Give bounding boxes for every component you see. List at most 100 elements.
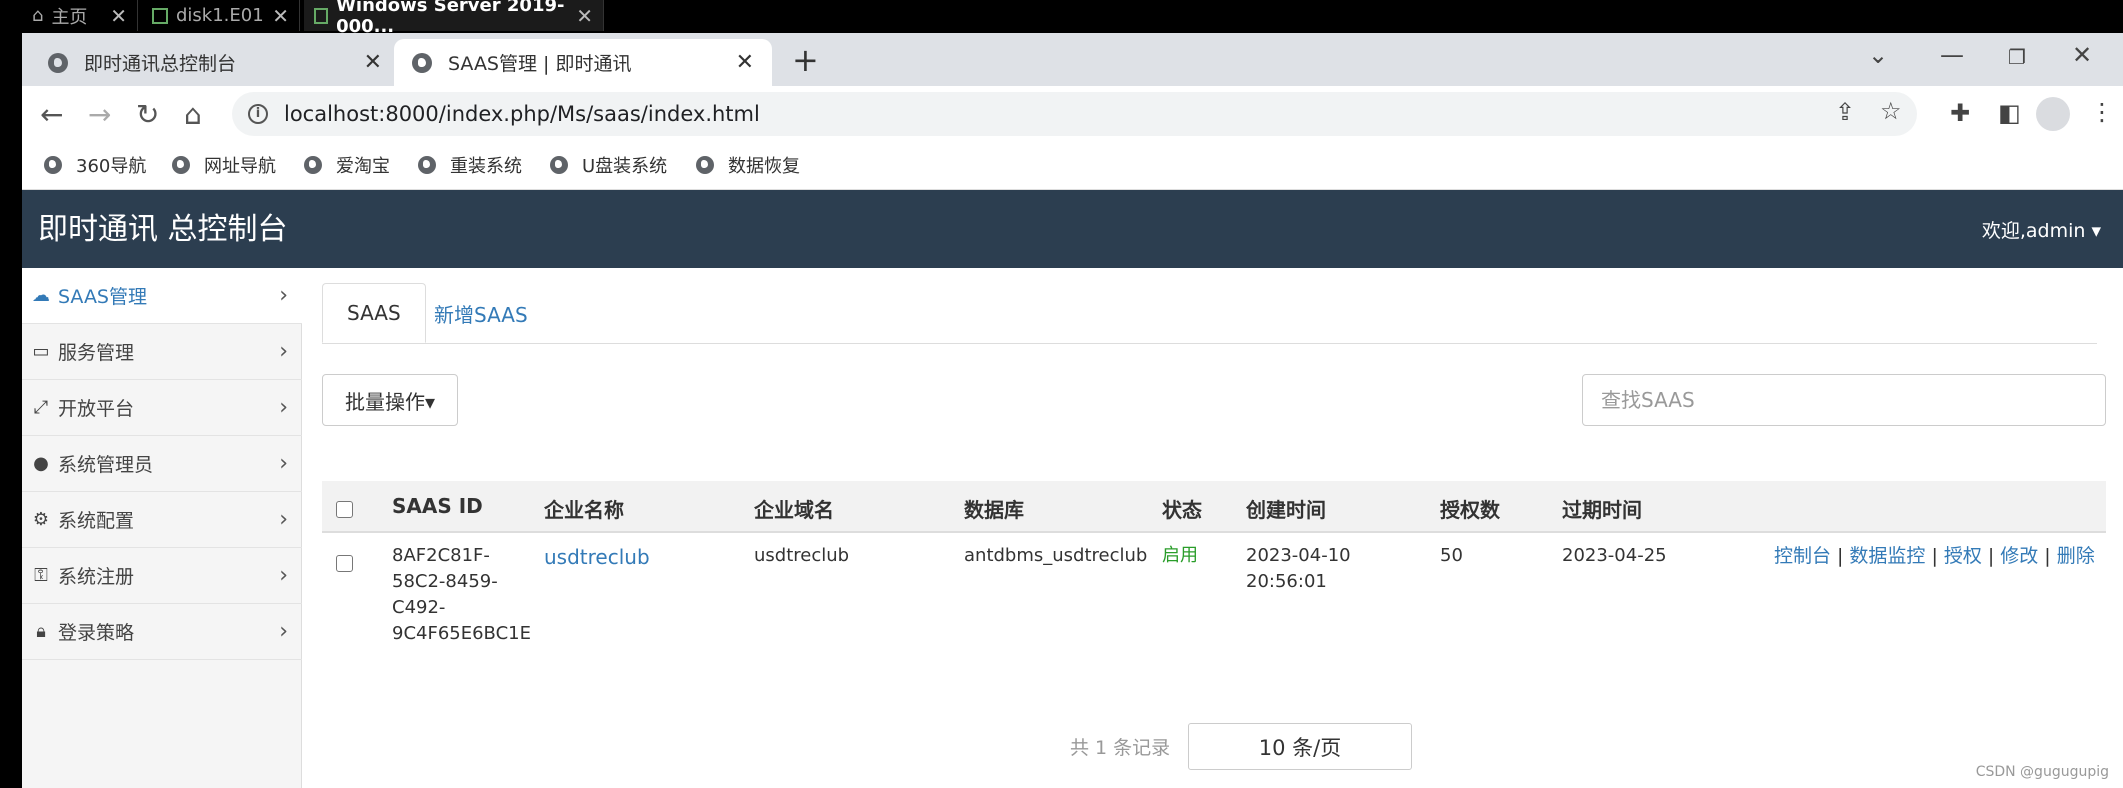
star-icon[interactable]: ☆ <box>1880 97 1902 125</box>
browser-window: 即时通讯总控制台 ✕ SAAS管理 | 即时通讯 ✕ + ⌄ — ❐ ✕ ← →… <box>22 33 2123 788</box>
column-header: 数据库 <box>964 498 1024 522</box>
globe-icon <box>172 156 190 174</box>
profile-avatar[interactable] <box>2036 97 2070 131</box>
column-header: 状态 <box>1162 498 1202 522</box>
sidebar: ☁ SAAS管理 › ▭ 服务管理 › ⤢ 开放平台 › ● 系统管理员 › ⚙… <box>22 268 302 788</box>
table-header: SAAS ID 企业名称 企业域名 数据库 状态 创建时间 授权数 过期时间 <box>322 481 2106 533</box>
expiry-cell: 2023-04-25 <box>1562 545 1667 566</box>
sidebar-item-saas[interactable]: ☁ SAAS管理 › <box>22 268 302 324</box>
tab-add-saas[interactable]: 新增SAAS <box>410 283 552 343</box>
vm-tab-disk[interactable]: disk1.E01 ✕ <box>142 0 300 31</box>
reload-icon[interactable]: ↻ <box>136 98 159 131</box>
close-icon[interactable]: ✕ <box>736 50 754 75</box>
tab-divider <box>322 343 2097 344</box>
vm-side-strip <box>0 33 22 788</box>
pager-total: 共 1 条记录 <box>1070 737 1171 759</box>
column-header: 授权数 <box>1440 498 1500 522</box>
watermark: CSDN @gugugupig <box>1975 764 2109 780</box>
page-size-select[interactable]: 10 条/页 <box>1188 723 1412 770</box>
close-icon[interactable]: ✕ <box>110 4 127 28</box>
bookmark-label: 爱淘宝 <box>336 156 390 177</box>
sidebar-item-login-policy[interactable]: 🔒︎ 登录策略 › <box>22 604 302 660</box>
extensions-icon[interactable]: ✚ <box>1950 99 1970 127</box>
column-header: SAAS ID <box>392 494 483 518</box>
row-checkbox[interactable] <box>336 555 353 572</box>
edit-link[interactable]: 修改 <box>2000 545 2038 567</box>
globe-icon <box>304 156 322 174</box>
sidebar-item-label: SAAS管理 <box>58 286 147 308</box>
main-content: SAAS 新增SAAS 批量操作▾ SAAS ID 企业名称 企业域名 数据库 … <box>302 268 2123 788</box>
home-icon[interactable]: ⌂ <box>184 98 202 131</box>
browser-tab-strip: 即时通讯总控制台 ✕ SAAS管理 | 即时通讯 ✕ + ⌄ — ❐ ✕ <box>22 33 2123 86</box>
sidebar-item-register[interactable]: ⚿ 系统注册 › <box>22 548 302 604</box>
console-link[interactable]: 控制台 <box>1774 545 1831 567</box>
search-input[interactable] <box>1582 374 2106 426</box>
back-icon[interactable]: ← <box>40 98 63 131</box>
vm-tab-label: disk1.E01 <box>176 5 264 26</box>
bookmark-item[interactable]: U盘装系统 <box>550 152 667 178</box>
authorize-link[interactable]: 授权 <box>1944 545 1982 567</box>
separator: | <box>1987 545 1995 567</box>
license-count-cell: 50 <box>1440 545 1463 566</box>
saas-id-line: 58C2-8459- <box>392 571 498 592</box>
bookmark-item[interactable]: 重装系统 <box>418 152 522 178</box>
home-icon: ⌂ <box>32 5 44 26</box>
more-icon[interactable]: ⋮ <box>2090 98 2114 126</box>
close-window-icon[interactable]: ✕ <box>2072 41 2092 69</box>
forward-icon[interactable]: → <box>88 98 111 131</box>
vm-tab-label: 主页 <box>51 6 88 28</box>
new-tab-button[interactable]: + <box>792 41 819 79</box>
chevron-right-icon: › <box>279 619 288 644</box>
bookmark-label: 数据恢复 <box>728 156 800 177</box>
monitor-link[interactable]: 数据监控 <box>1849 545 1925 567</box>
url-text[interactable]: localhost:8000/index.php/Ms/saas/index.h… <box>284 102 760 126</box>
restore-icon[interactable]: ❐ <box>2008 45 2026 69</box>
close-icon[interactable]: ✕ <box>576 4 593 28</box>
user-menu[interactable]: 欢迎,admin ▾ <box>1982 216 2101 243</box>
select-all-checkbox[interactable] <box>336 501 353 518</box>
bookmark-label: 360导航 <box>76 156 147 177</box>
browser-tab-console[interactable]: 即时通讯总控制台 ✕ <box>30 39 400 86</box>
bookmark-item[interactable]: 数据恢复 <box>696 152 800 178</box>
chevron-right-icon: › <box>279 563 288 588</box>
chevron-down-icon[interactable]: ⌄ <box>1868 41 1888 69</box>
batch-actions-button[interactable]: 批量操作▾ <box>322 374 458 426</box>
close-icon[interactable]: ✕ <box>364 50 382 75</box>
globe-icon <box>412 52 432 73</box>
vm-icon <box>314 7 329 24</box>
minimize-icon[interactable]: — <box>1940 41 1964 69</box>
vm-tab-windows-server[interactable]: Windows Server 2019-000... ✕ <box>304 0 604 37</box>
bookmark-item[interactable]: 网址导航 <box>172 152 276 178</box>
delete-link[interactable]: 删除 <box>2057 545 2095 567</box>
row-actions: 控制台 | 数据监控 | 授权 | 修改 | 删除 <box>1774 543 2095 569</box>
sidebar-item-label: 登录策略 <box>58 622 135 644</box>
vm-icon <box>152 7 168 24</box>
tab-title: SAAS管理 | 即时通讯 <box>448 53 632 75</box>
chevron-right-icon: › <box>279 283 288 308</box>
info-icon[interactable]: i <box>248 104 268 124</box>
sidebar-item-label: 开放平台 <box>58 398 135 420</box>
bookmark-item[interactable]: 爱淘宝 <box>304 152 390 178</box>
sidebar-item-open-platform[interactable]: ⤢ 开放平台 › <box>22 380 302 436</box>
side-panel-icon[interactable]: ◧ <box>1998 99 2021 127</box>
vm-tab-home[interactable]: ⌂ 主页 ✕ <box>22 0 138 31</box>
sidebar-item-label: 系统管理员 <box>58 454 154 476</box>
table-row: 8AF2C81F- 58C2-8459- C492- 9C4F65E6BC1E … <box>322 535 2106 665</box>
bookmark-item[interactable]: 360导航 <box>44 152 146 178</box>
column-header: 企业名称 <box>544 498 624 522</box>
app-header: 即时通讯 总控制台 欢迎,admin ▾ <box>22 190 2123 268</box>
column-header: 创建时间 <box>1246 498 1326 522</box>
sidebar-item-admins[interactable]: ● 系统管理员 › <box>22 436 302 492</box>
sidebar-item-services[interactable]: ▭ 服务管理 › <box>22 324 302 380</box>
browser-tab-saas[interactable]: SAAS管理 | 即时通讯 ✕ <box>394 39 772 86</box>
status-badge: 启用 <box>1162 545 1198 566</box>
sidebar-item-config[interactable]: ⚙ 系统配置 › <box>22 492 302 548</box>
close-icon[interactable]: ✕ <box>272 4 289 28</box>
address-bar[interactable]: i localhost:8000/index.php/Ms/saas/index… <box>232 92 1917 136</box>
chevron-right-icon: › <box>279 395 288 420</box>
column-header: 过期时间 <box>1562 498 1642 522</box>
lock-icon: 🔒︎ <box>36 621 46 642</box>
company-name-link[interactable]: usdtreclub <box>544 544 650 570</box>
sidebar-item-label: 服务管理 <box>58 342 135 364</box>
share-icon[interactable]: ⇪ <box>1835 98 1855 126</box>
